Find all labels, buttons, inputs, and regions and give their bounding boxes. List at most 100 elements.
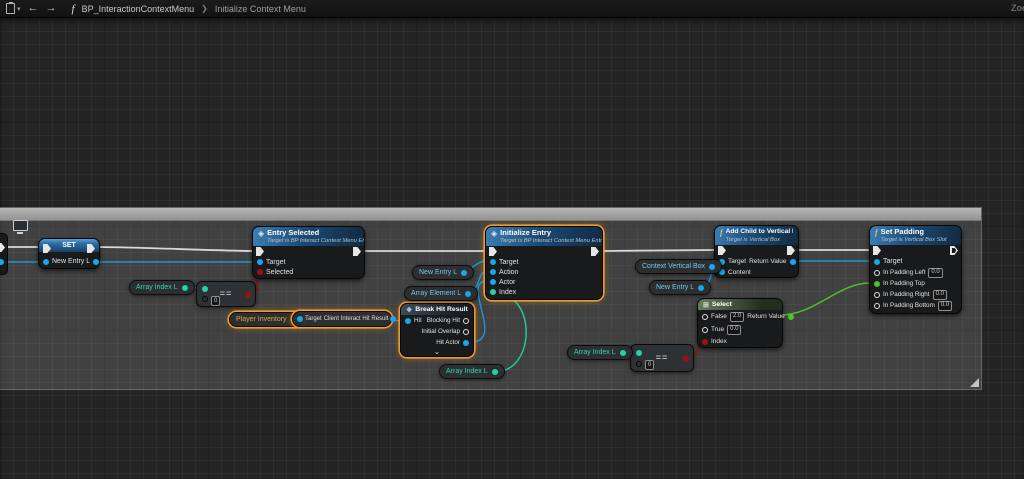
pin-label: False: [711, 313, 727, 320]
pin-in-padding-right[interactable]: [874, 292, 880, 298]
node-equal-a[interactable]: 0 ==: [196, 281, 256, 307]
var-out-pin[interactable]: [709, 264, 715, 270]
var-array-index-l[interactable]: Array Index L: [129, 280, 195, 295]
pin-initial-overlap[interactable]: [463, 329, 469, 335]
var-out-pin[interactable]: [461, 270, 467, 276]
value-field[interactable]: 0.0: [933, 290, 947, 300]
select-icon: ⊞: [703, 301, 709, 309]
pin-label: Hit: [414, 317, 422, 324]
var-label: New Entry L: [656, 284, 694, 291]
var-out-pin[interactable]: [465, 291, 471, 297]
node-subtitle: Target is Vertical Box Slot: [881, 237, 947, 244]
back-button[interactable]: ←: [28, 3, 39, 14]
chevron-down-icon: ▾: [17, 5, 21, 13]
node-header: ◈ Initialize Entry Target is BP Interact…: [486, 227, 602, 246]
pin-target[interactable]: [490, 259, 496, 265]
node-title: Entry Selected: [267, 229, 364, 238]
object-out-pin[interactable]: [0, 259, 4, 265]
exec-out-pin[interactable]: [591, 247, 599, 256]
comment-header[interactable]: [0, 208, 981, 221]
pin-index[interactable]: [490, 289, 496, 295]
pin-label: In Padding Right: [883, 291, 930, 298]
node-initialize-entry[interactable]: ◈ Initialize Entry Target is BP Interact…: [485, 226, 603, 300]
var-out-pin[interactable]: [698, 285, 704, 291]
pin-target[interactable]: [297, 316, 303, 322]
expand-chevron-icon[interactable]: ⌄: [401, 348, 473, 356]
pin-new-entry-in[interactable]: [43, 259, 49, 265]
pin-action[interactable]: [490, 269, 496, 275]
zoom-indicator: Zoom: [1011, 3, 1024, 13]
pin-return-value[interactable]: [788, 314, 794, 320]
var-label: Array Element L: [411, 290, 461, 297]
var-out-pin[interactable]: [620, 350, 626, 356]
node-set-new-entry[interactable]: SET New Entry L: [38, 238, 100, 269]
var-label: Context Vertical Box: [642, 263, 705, 270]
pin-result[interactable]: [245, 292, 251, 298]
pin-label: Action: [499, 269, 518, 276]
graph-canvas[interactable]: SET New Entry L ◈ Entry Selected Target …: [0, 18, 1024, 479]
exec-in-pin[interactable]: [718, 246, 726, 255]
pin-index[interactable]: [702, 339, 708, 345]
event-icon: ◈: [258, 229, 264, 238]
pin-result[interactable]: [683, 356, 689, 362]
var-array-index-l-mid[interactable]: Array Index L: [567, 345, 633, 360]
pin-target[interactable]: [257, 259, 263, 265]
pin-label: Blocking Hit: [427, 317, 460, 324]
comment-resize-handle[interactable]: [970, 378, 979, 387]
exec-out-pin[interactable]: [0, 243, 5, 252]
node-entry-selected[interactable]: ◈ Entry Selected Target is BP Interact C…: [252, 226, 365, 279]
pin-target[interactable]: [874, 259, 880, 265]
exec-out-pin[interactable]: [950, 246, 958, 255]
node-client-interact-hit-result[interactable]: Target Client Interact Hit Result: [292, 311, 392, 327]
var-context-vertical-box[interactable]: Context Vertical Box: [635, 259, 722, 274]
node-set-padding[interactable]: f Set Padding Target is Vertical Box Slo…: [869, 225, 962, 314]
node-add-child-to-vertical-box[interactable]: f Add Child to Vertical Box Target is Ve…: [714, 225, 799, 278]
var-new-entry-l[interactable]: New Entry L: [412, 265, 474, 280]
exec-in-pin[interactable]: [873, 246, 881, 255]
var-array-index-l-bottom[interactable]: Array Index L: [439, 364, 505, 379]
pin-hit[interactable]: [405, 318, 411, 324]
value-field[interactable]: 2.0: [730, 312, 744, 322]
var-out-pin[interactable]: [182, 285, 188, 291]
node-title: Set Padding: [881, 228, 947, 237]
value-field[interactable]: 0.0: [928, 268, 942, 278]
pin-blocking-hit[interactable]: [463, 318, 469, 324]
pin-selected[interactable]: [257, 269, 263, 275]
var-array-element-l[interactable]: Array Element L: [404, 286, 478, 301]
pin-new-entry-out[interactable]: [93, 259, 99, 265]
pin-false[interactable]: [702, 314, 708, 320]
node-select[interactable]: ⊞ Select False 2.0 Return Value True 0.0…: [697, 298, 783, 348]
pin-in-padding-top[interactable]: [874, 281, 880, 287]
exec-out-pin[interactable]: [787, 246, 795, 255]
breadcrumb-root[interactable]: BP_InteractionContextMenu: [82, 4, 195, 14]
breadcrumb-current[interactable]: Initialize Context Menu: [215, 4, 306, 14]
pin-label: In Padding Top: [883, 280, 925, 287]
var-new-entry-l-2[interactable]: New Entry L: [649, 280, 711, 295]
clipboard-menu-button[interactable]: ▾: [6, 3, 21, 14]
monitor-icon: [13, 220, 28, 231]
exec-out-pin[interactable]: [353, 247, 361, 256]
pin-in-padding-left[interactable]: [874, 270, 880, 276]
node-subtitle: Target is Vertical Box: [726, 237, 793, 244]
pin-label: Target: [499, 259, 518, 266]
value-field[interactable]: 0.0: [938, 301, 952, 311]
var-label: New Entry L: [419, 269, 457, 276]
pin-actor[interactable]: [490, 279, 496, 285]
pin-in-padding-bottom[interactable]: [874, 303, 880, 309]
pin-label: Hit Actor: [436, 339, 460, 346]
pin-return-value[interactable]: [790, 259, 796, 265]
value-field[interactable]: 0.0: [727, 325, 741, 335]
var-out-pin[interactable]: [492, 369, 498, 375]
pin-label: Target: [266, 259, 285, 266]
offscreen-node[interactable]: [0, 233, 8, 275]
var-label: Array Index L: [136, 284, 178, 291]
pin-true[interactable]: [702, 327, 708, 333]
exec-in-pin[interactable]: [489, 247, 497, 256]
forward-button[interactable]: →: [46, 3, 57, 14]
node-equal-b[interactable]: 0 ==: [630, 344, 694, 372]
exec-in-pin[interactable]: [256, 247, 264, 256]
pin-label: Index: [499, 289, 516, 296]
node-break-hit-result[interactable]: ❖ Break Hit Result Hit Blocking Hit Init…: [400, 303, 474, 357]
node-subtitle: Target is BP Interact Context Menu Entry: [267, 238, 364, 245]
pin-hit-actor[interactable]: [463, 340, 469, 346]
